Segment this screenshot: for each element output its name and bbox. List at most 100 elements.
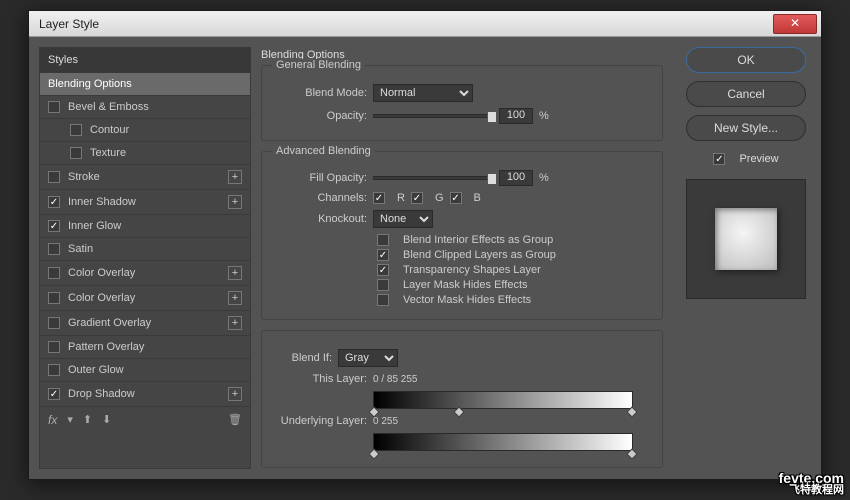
fx-menu-icon[interactable]: ▾ <box>67 413 73 426</box>
style-label: Texture <box>90 147 126 159</box>
transparency-shapes-checkbox[interactable] <box>377 264 389 276</box>
style-checkbox[interactable] <box>48 292 60 304</box>
add-effect-icon[interactable]: + <box>228 195 242 209</box>
style-label: Pattern Overlay <box>68 341 144 353</box>
channel-g-checkbox[interactable] <box>411 192 423 204</box>
fill-opacity-label: Fill Opacity: <box>272 172 367 184</box>
this-layer-label: This Layer: <box>272 373 367 385</box>
style-checkbox[interactable] <box>70 124 82 136</box>
opacity-value[interactable]: 100 <box>499 108 533 124</box>
move-up-icon[interactable]: ⬆ <box>83 413 92 426</box>
preview-label: Preview <box>739 153 778 165</box>
trash-icon[interactable]: 🗑 <box>228 413 242 426</box>
channel-r-checkbox[interactable] <box>373 192 385 204</box>
add-effect-icon[interactable]: + <box>228 291 242 305</box>
style-checkbox[interactable] <box>48 364 60 376</box>
fill-opacity-value[interactable]: 100 <box>499 170 533 186</box>
style-row-texture[interactable]: Texture <box>40 141 250 164</box>
style-row-gradient-overlay[interactable]: Gradient Overlay + <box>40 310 250 335</box>
style-checkbox[interactable] <box>48 388 60 400</box>
style-label: Drop Shadow <box>68 388 135 400</box>
style-checkbox[interactable] <box>48 196 60 208</box>
blend-clipped-checkbox[interactable] <box>377 249 389 261</box>
style-row-inner-glow[interactable]: Inner Glow <box>40 214 250 237</box>
opacity-label: Opacity: <box>272 110 367 122</box>
style-row-color-overlay[interactable]: Color Overlay + <box>40 260 250 285</box>
ok-button[interactable]: OK <box>686 47 806 73</box>
style-checkbox[interactable] <box>48 243 60 255</box>
add-effect-icon[interactable]: + <box>228 316 242 330</box>
options-panel: Blending Options General Blending Blend … <box>261 47 671 469</box>
blend-if-label: Blend If: <box>272 352 332 364</box>
style-label: Satin <box>68 243 93 255</box>
blend-mode-select[interactable]: Normal <box>373 84 473 102</box>
preview-swatch <box>715 208 777 270</box>
blend-if-select[interactable]: Gray <box>338 349 398 367</box>
style-row-blending-options[interactable]: Blending Options <box>40 72 250 95</box>
general-legend: General Blending <box>272 59 365 71</box>
style-checkbox[interactable] <box>48 341 60 353</box>
style-label: Inner Glow <box>68 220 121 232</box>
fx-label: fx <box>48 413 57 427</box>
styles-header: Styles <box>40 48 250 72</box>
blend-if-group: Blend If: Gray This Layer: 0 / 85 255 Un… <box>261 330 663 468</box>
fill-opacity-slider[interactable] <box>373 176 493 180</box>
style-checkbox[interactable] <box>70 147 82 159</box>
styles-sidebar: Styles Blending Options Bevel & Emboss Con… <box>39 47 251 469</box>
preview-checkbox[interactable] <box>713 153 725 165</box>
style-label: Outer Glow <box>68 364 124 376</box>
opacity-slider[interactable] <box>373 114 493 118</box>
new-style-button[interactable]: New Style... <box>686 115 806 141</box>
style-row-inner-shadow[interactable]: Inner Shadow + <box>40 189 250 214</box>
vector-mask-hides-checkbox[interactable] <box>377 294 389 306</box>
style-label: Color Overlay <box>68 267 135 279</box>
style-label: Inner Shadow <box>68 196 136 208</box>
style-row-pattern-overlay[interactable]: Pattern Overlay <box>40 335 250 358</box>
general-blending-group: General Blending Blend Mode: Normal Opac… <box>261 65 663 141</box>
blend-mode-label: Blend Mode: <box>272 87 367 99</box>
style-row-satin[interactable]: Satin <box>40 237 250 260</box>
style-checkbox[interactable] <box>48 317 60 329</box>
pct-label: % <box>539 110 549 122</box>
style-label: Stroke <box>68 171 100 183</box>
style-label: Gradient Overlay <box>68 317 151 329</box>
blend-interior-checkbox[interactable] <box>377 234 389 246</box>
style-row-contour[interactable]: Contour <box>40 118 250 141</box>
watermark: fevte.com 飞特教程网 <box>779 471 844 496</box>
titlebar[interactable]: Layer Style ✕ <box>29 11 821 37</box>
underlying-layer-gradient[interactable] <box>373 433 633 451</box>
this-layer-gradient[interactable] <box>373 391 633 409</box>
style-checkbox[interactable] <box>48 101 60 113</box>
style-label: Contour <box>90 124 129 136</box>
this-layer-values: 0 / 85 255 <box>373 374 417 385</box>
style-row-stroke[interactable]: Stroke + <box>40 164 250 189</box>
style-checkbox[interactable] <box>48 267 60 279</box>
preview-box <box>686 179 806 299</box>
layer-mask-hides-checkbox[interactable] <box>377 279 389 291</box>
channels-label: Channels: <box>272 192 367 204</box>
style-label: Blending Options <box>48 78 132 90</box>
style-row-drop-shadow[interactable]: Drop Shadow + <box>40 381 250 406</box>
action-column: OK Cancel New Style... Preview <box>681 47 811 469</box>
add-effect-icon[interactable]: + <box>228 387 242 401</box>
pct-label-2: % <box>539 172 549 184</box>
close-button[interactable]: ✕ <box>773 14 817 34</box>
style-checkbox[interactable] <box>48 171 60 183</box>
style-label: Bevel & Emboss <box>68 101 149 113</box>
channel-b-checkbox[interactable] <box>450 192 462 204</box>
fx-footer: fx ▾ ⬆ ⬇ 🗑 <box>40 406 250 432</box>
style-row-bevel-emboss[interactable]: Bevel & Emboss <box>40 95 250 118</box>
knockout-label: Knockout: <box>272 213 367 225</box>
cancel-button[interactable]: Cancel <box>686 81 806 107</box>
style-row-outer-glow[interactable]: Outer Glow <box>40 358 250 381</box>
style-row-color-overlay[interactable]: Color Overlay+ <box>40 285 250 310</box>
move-down-icon[interactable]: ⬇ <box>102 413 111 426</box>
add-effect-icon[interactable]: + <box>228 266 242 280</box>
style-checkbox[interactable] <box>48 220 60 232</box>
underlying-layer-label: Underlying Layer: <box>272 415 367 427</box>
advanced-legend: Advanced Blending <box>272 145 375 157</box>
layer-style-dialog: Layer Style ✕ Styles Blending Options Bev… <box>28 10 822 480</box>
advanced-blending-group: Advanced Blending Fill Opacity: 100 % Ch… <box>261 151 663 320</box>
knockout-select[interactable]: None <box>373 210 433 228</box>
add-effect-icon[interactable]: + <box>228 170 242 184</box>
